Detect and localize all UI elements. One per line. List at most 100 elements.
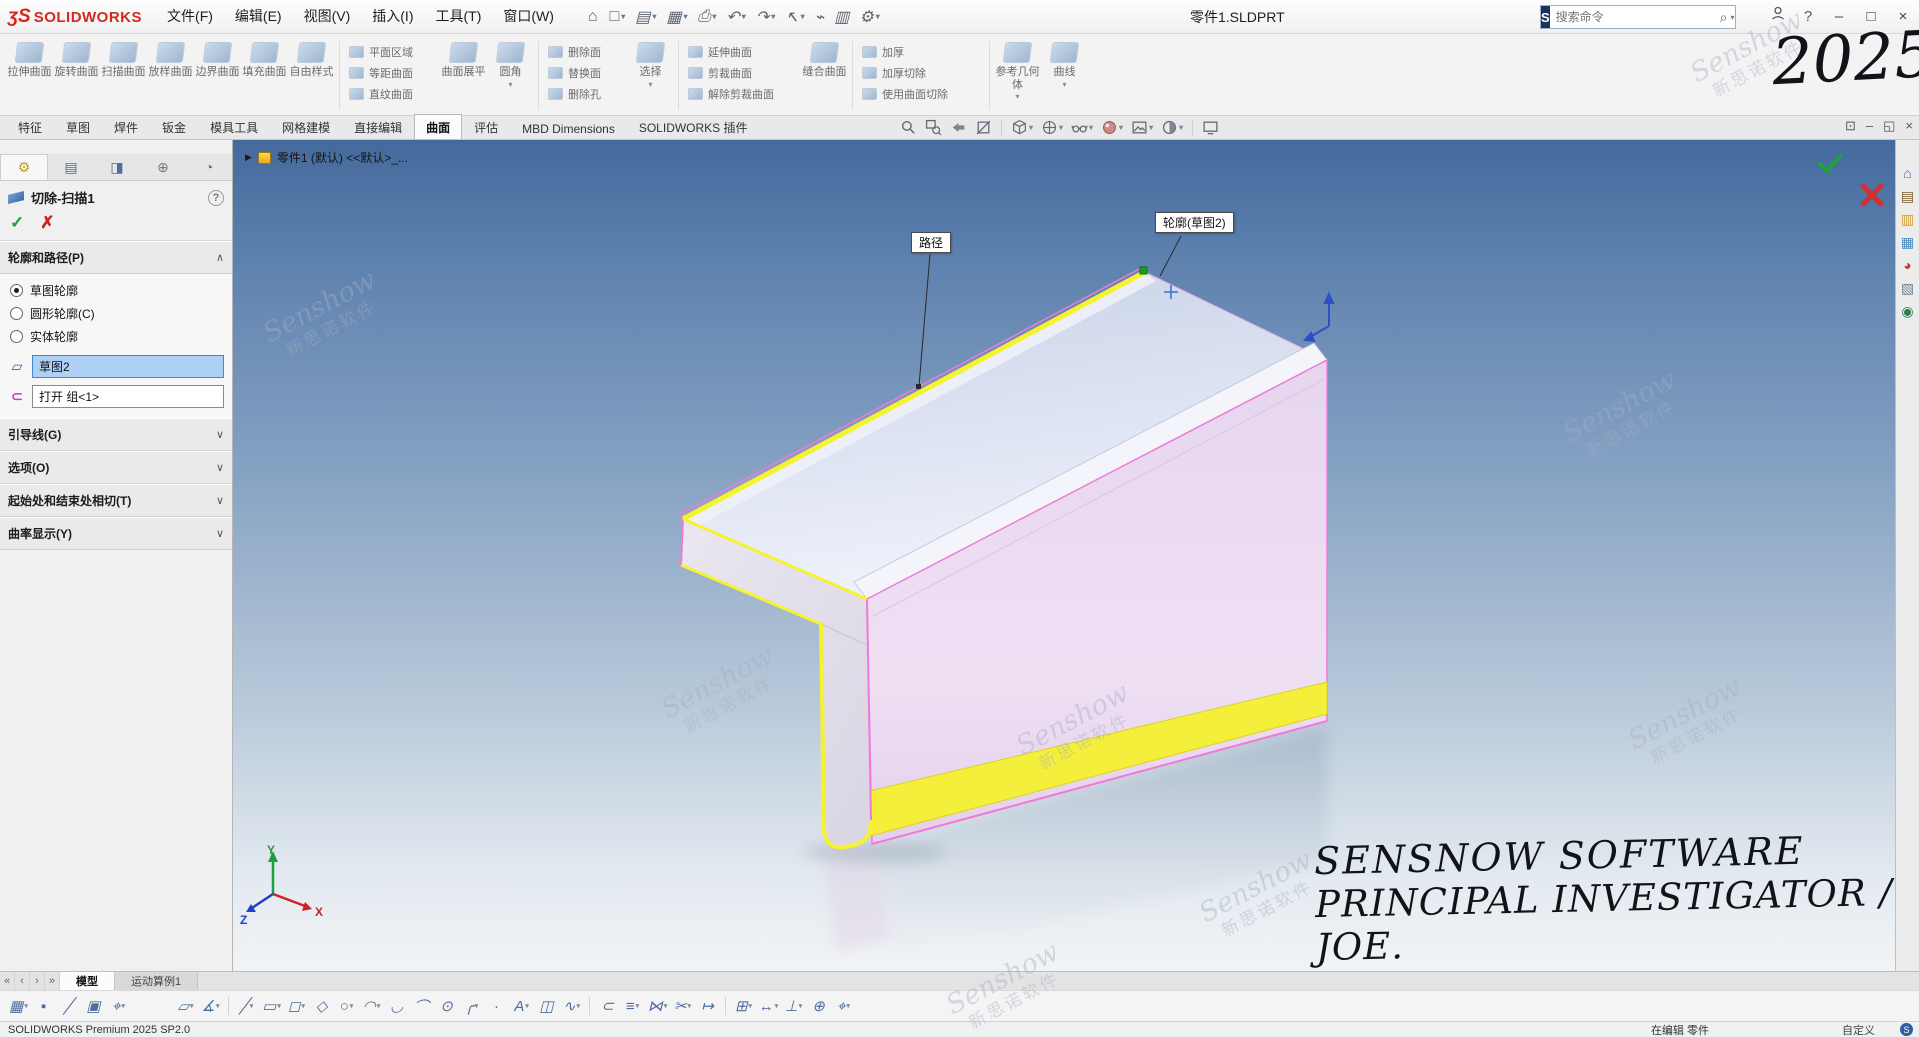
flatten-surface-button[interactable]: 曲面展平 (440, 37, 487, 114)
panel-ok-button[interactable]: ✓ (10, 213, 24, 233)
extend-entities-icon[interactable]: ↦ (695, 997, 720, 1015)
tab-dimxpertmanager[interactable]: ⊕ (140, 154, 186, 180)
home-icon[interactable]: ⌂ (1903, 166, 1911, 180)
repair-sketch-icon[interactable]: ⊕ (806, 997, 831, 1015)
home-button[interactable]: ⌂ (583, 6, 605, 28)
linear-pattern-icon[interactable]: ⊞▾ (731, 997, 756, 1015)
path-selection-field[interactable]: 打开 组<1> (32, 385, 224, 408)
point-icon[interactable]: · (484, 998, 509, 1015)
print-button[interactable]: ⎙▾ (693, 6, 722, 28)
slot-icon[interactable]: ◻▾ (284, 997, 309, 1015)
tab-scroll-first-icon[interactable]: « (0, 972, 15, 990)
quick-snaps-icon[interactable]: ⌖▾ (831, 998, 856, 1015)
view-orientation-icon[interactable]: ▾ (1009, 118, 1035, 137)
confirm-ok-button[interactable] (1817, 152, 1843, 177)
options-button[interactable]: ⚙▾ (854, 5, 884, 29)
tab-configurationmanager[interactable]: ◨ (94, 154, 140, 180)
knit-surface-button[interactable]: 缝合曲面 (801, 37, 848, 114)
rectangle-icon[interactable]: ▭▾ (259, 997, 284, 1015)
open-document-button[interactable]: ▤▾ (630, 5, 661, 29)
ruled-surface-button[interactable]: 直纹曲面 (344, 86, 440, 102)
radio-sketch-profile[interactable]: 草图轮廓 (6, 279, 226, 302)
search-icon[interactable]: ⌕ (1717, 9, 1731, 26)
curves-button[interactable]: 曲线▾ (1041, 37, 1088, 114)
planar-surface-button[interactable]: 平面区域 (344, 44, 440, 60)
zoom-fit-icon[interactable] (898, 118, 919, 137)
select-tool-button[interactable]: 选择▾ (627, 37, 674, 114)
centerpoint-arc-icon[interactable]: ◠▾ (359, 997, 384, 1015)
select-button[interactable]: ↖▾ (780, 5, 809, 29)
section-curvature-display[interactable]: 曲率显示(Y) ∨ (0, 517, 232, 550)
new-document-button[interactable]: □▾ (605, 6, 631, 28)
sheet-button[interactable]: ▥ (829, 5, 854, 29)
zoom-area-icon[interactable] (923, 118, 944, 137)
sketch-fillet-icon[interactable]: ╭▾ (459, 997, 484, 1015)
section-view-icon[interactable] (973, 118, 994, 137)
save-button[interactable]: ▦▾ (661, 5, 692, 29)
ellipse-icon[interactable]: ⊙ (434, 997, 459, 1015)
flyout-tree-arrow-icon[interactable]: ▶ (245, 152, 252, 163)
menu-insert[interactable]: 插入(I) (361, 0, 424, 33)
menu-view[interactable]: 视图(V) (293, 0, 362, 33)
section-guide-curves[interactable]: 引导线(G) ∨ (0, 418, 232, 451)
delete-face-button[interactable]: 删除面 (543, 44, 627, 60)
filter-edges-icon[interactable]: ╱ (56, 997, 81, 1015)
tab-scroll-prev-icon[interactable]: ‹ (15, 972, 30, 990)
tab-evaluate[interactable]: 评估 (462, 114, 510, 139)
doc-minimize-icon[interactable]: – (1866, 118, 1873, 134)
breadcrumb[interactable]: ▶ 零件1 (默认) <<默认>_... (245, 149, 408, 166)
filled-surface-button[interactable]: 填充曲面 (241, 37, 288, 114)
replace-face-button[interactable]: 替换面 (543, 65, 627, 81)
tab-propertymanager[interactable]: ⚙ (0, 154, 48, 180)
view-palette-icon[interactable]: ▦ (1901, 235, 1914, 249)
display-style-icon[interactable]: ▾ (1039, 118, 1065, 137)
tab-sheet-metal[interactable]: 钣金 (150, 114, 198, 139)
apply-scene-icon[interactable]: ▾ (1129, 118, 1155, 137)
custom-properties-icon[interactable]: ▧ (1901, 281, 1914, 295)
section-profile-path[interactable]: 轮廓和路径(P) ∧ (0, 241, 232, 274)
tab-mbd-dimensions[interactable]: MBD Dimensions (510, 117, 627, 139)
edit-appearance-icon[interactable]: ▾ (1099, 118, 1125, 137)
previous-view-icon[interactable] (948, 118, 969, 137)
section-options[interactable]: 选项(O) ∨ (0, 451, 232, 484)
design-library-icon[interactable]: ▤ (1901, 189, 1914, 203)
text-icon[interactable]: A▾ (509, 998, 534, 1015)
line-icon[interactable]: ╱▾ (234, 997, 259, 1015)
thicken-button[interactable]: 加厚 (857, 44, 985, 60)
filter-vertices-icon[interactable]: ▪ (31, 998, 56, 1015)
display-relations-icon[interactable]: ⊥▾ (781, 997, 806, 1015)
sketch-icon[interactable]: ▱▾ (173, 997, 198, 1015)
fillet-button[interactable]: 圆角▾ (487, 37, 534, 114)
tab-mold-tools[interactable]: 模具工具 (198, 114, 270, 139)
trim-entities-icon[interactable]: ✂▾ (670, 997, 695, 1015)
plane-icon[interactable]: ◫ (534, 997, 559, 1015)
doc-restore-icon[interactable]: ◱ (1883, 118, 1895, 134)
forum-icon[interactable]: ◉ (1901, 304, 1913, 318)
tab-solidworks-addins[interactable]: SOLIDWORKS 插件 (627, 114, 760, 139)
tab-weldments[interactable]: 焊件 (102, 114, 150, 139)
tab-direct-editing[interactable]: 直接编辑 (342, 114, 414, 139)
radio-solid-profile[interactable]: 实体轮廓 (6, 325, 226, 348)
radio-circular-profile[interactable]: 圆形轮廓(C) (6, 302, 226, 325)
cut-with-surface-button[interactable]: 使用曲面切除 (857, 86, 985, 102)
section-start-end-tangency[interactable]: 起始处和结束处相切(T) ∨ (0, 484, 232, 517)
panel-cancel-button[interactable]: ✗ (40, 213, 54, 233)
revolve-surface-button[interactable]: 旋转曲面 (53, 37, 100, 114)
extend-surface-button[interactable]: 延伸曲面 (683, 44, 801, 60)
extrude-surface-button[interactable]: 拉伸曲面 (6, 37, 53, 114)
untrim-surface-button[interactable]: 解除剪裁曲面 (683, 86, 801, 102)
offset-entities-icon[interactable]: ≡▾ (620, 998, 645, 1015)
boundary-surface-button[interactable]: 边界曲面 (194, 37, 241, 114)
search-input[interactable] (1550, 10, 1717, 24)
tab-sketch[interactable]: 草图 (54, 114, 102, 139)
freeform-button[interactable]: 自由样式 (288, 37, 335, 114)
tab-motion-study-1[interactable]: 运动算例1 (115, 972, 198, 990)
offset-surface-button[interactable]: 等距曲面 (344, 65, 440, 81)
convert-entities-icon[interactable]: ⊂ (595, 997, 620, 1015)
tab-scroll-last-icon[interactable]: » (45, 972, 60, 990)
menu-tools[interactable]: 工具(T) (424, 0, 492, 33)
move-entities-icon[interactable]: ↔▾ (756, 998, 781, 1015)
polygon-icon[interactable]: ◇ (309, 997, 334, 1015)
redo-button[interactable]: ↷▾ (751, 5, 780, 29)
doc-close-icon[interactable]: × (1905, 118, 1913, 134)
